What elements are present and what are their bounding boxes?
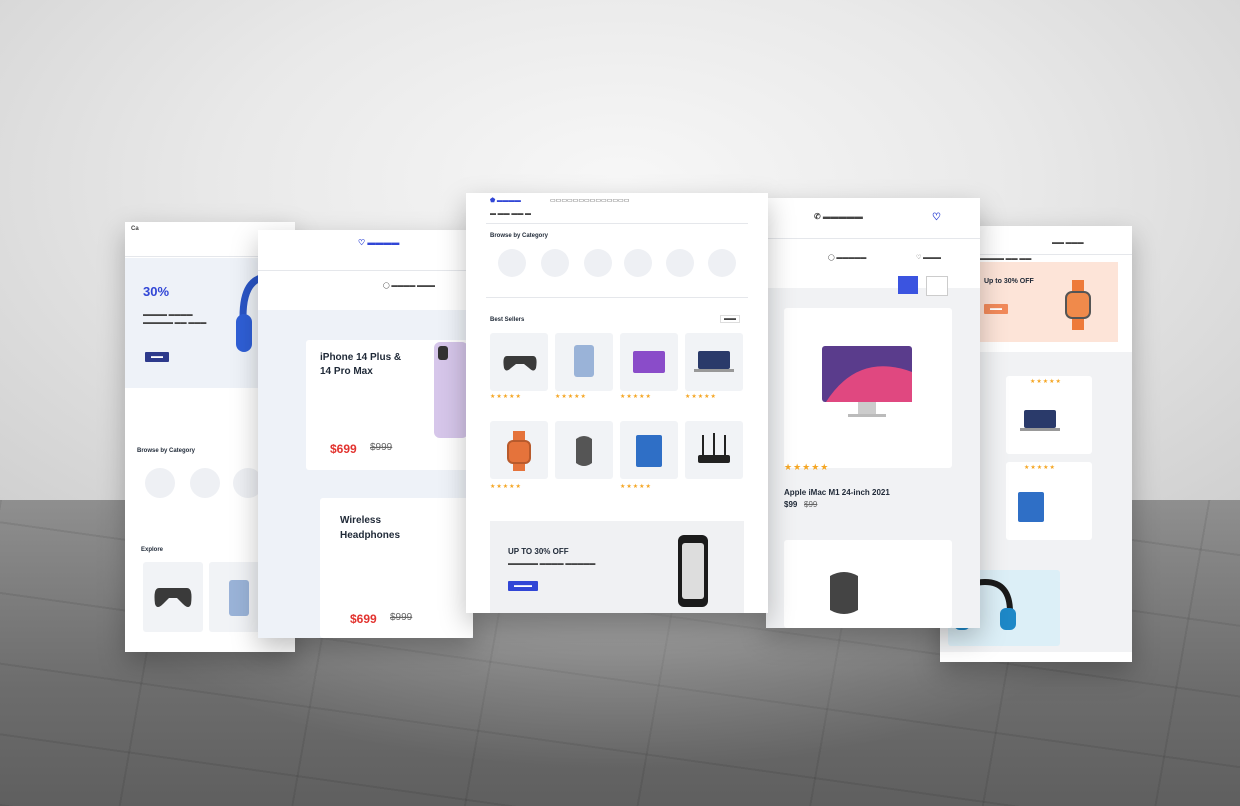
promo-title: UP TO 30% OFF bbox=[508, 547, 569, 556]
mockup-page-product-detail: ✆ ▬▬▬▬▬ ♡ ◯ ▬▬▬▬▬ ♡ ▬▬▬ ★★★★★ Apple iMac… bbox=[766, 198, 980, 628]
laptop-icon bbox=[694, 351, 734, 372]
logo: ♡ ▬▬▬▬ bbox=[358, 238, 400, 247]
divider bbox=[486, 297, 748, 298]
shop-button[interactable]: ▬▬ bbox=[984, 304, 1008, 314]
phone-icon bbox=[574, 345, 594, 377]
rating-stars: ★★★★★ bbox=[490, 484, 522, 490]
category-title: Browse by Category bbox=[490, 233, 549, 239]
router-icon bbox=[698, 433, 730, 463]
grid-view-button[interactable] bbox=[898, 276, 918, 294]
nav-link[interactable]: ◯ ▬▬▬▬ ▬▬▬ bbox=[383, 282, 435, 289]
category-title: Browse by Category bbox=[137, 448, 196, 454]
cart-icon[interactable]: ♡ bbox=[932, 212, 941, 223]
shop-now-button[interactable]: ▬▬▬ bbox=[508, 581, 538, 591]
category-item[interactable] bbox=[190, 468, 220, 498]
list-view-button[interactable] bbox=[926, 276, 948, 296]
price-old: $999 bbox=[370, 442, 393, 453]
tablet-icon bbox=[633, 351, 665, 373]
phone-icon bbox=[678, 535, 708, 607]
logo: Ca bbox=[131, 226, 139, 232]
rating-stars: ★★★★★ bbox=[620, 394, 652, 400]
category-item[interactable] bbox=[145, 468, 175, 498]
category-item[interactable] bbox=[666, 249, 694, 277]
category-item[interactable] bbox=[584, 249, 612, 277]
section-title: Explore bbox=[141, 547, 164, 553]
category-item[interactable] bbox=[541, 249, 569, 277]
nav-menu[interactable]: ▬ ▬▬ ▬▬ ▬ bbox=[490, 211, 531, 217]
mouse-icon bbox=[576, 436, 592, 466]
divider bbox=[486, 223, 748, 224]
wishlist-link[interactable]: ♡ ▬▬▬ bbox=[916, 254, 941, 261]
card-title: Wireless bbox=[340, 515, 382, 526]
rating-stars: ★★★★★ bbox=[620, 484, 652, 490]
shop-button[interactable]: ▬▬ bbox=[145, 352, 169, 362]
product-title: Apple iMac M1 24-inch 2021 bbox=[784, 488, 890, 497]
watch-icon bbox=[507, 431, 531, 471]
logo: ⬟ ▬▬▬▬ bbox=[490, 198, 521, 204]
phone-icon bbox=[229, 580, 249, 616]
category-item[interactable] bbox=[498, 249, 526, 277]
mouse-icon bbox=[830, 572, 858, 614]
card-title-2: Headphones bbox=[340, 530, 401, 541]
tablet-icon bbox=[636, 435, 662, 467]
laptop-icon bbox=[1020, 410, 1060, 431]
price-new: $699 bbox=[330, 442, 357, 456]
hero-text: ▬▬▬▬ ▬▬▬▬ bbox=[143, 312, 193, 318]
rating-stars: ★★★★★ bbox=[490, 394, 522, 400]
tablet-icon bbox=[1018, 492, 1044, 522]
price-new: $99 bbox=[784, 500, 798, 509]
divider bbox=[766, 238, 980, 239]
mockup-page-product-list: ♡ ▬▬▬▬ ◯ ▬▬▬▬ ▬▬▬ iPhone 14 Plus & 14 Pr… bbox=[258, 230, 473, 638]
promo-title: Up to 30% OFF bbox=[984, 278, 1034, 285]
hero-discount: 30% bbox=[143, 284, 170, 299]
gamepad-icon bbox=[154, 588, 192, 607]
price-new: $699 bbox=[350, 612, 377, 626]
hero-text-2: ▬▬▬▬▬ ▬▬ ▬▬▬ bbox=[143, 320, 207, 326]
promo-text: ▬▬▬▬▬ ▬▬▬▬ ▬▬▬▬▬ bbox=[508, 561, 596, 567]
section-title: Best Sellers bbox=[490, 317, 525, 323]
rating-stars: ★★★★★ bbox=[784, 462, 830, 472]
rating-stars: ★★★★★ bbox=[1030, 379, 1062, 385]
category-item[interactable] bbox=[708, 249, 736, 277]
rating-stars: ★★★★★ bbox=[685, 394, 717, 400]
watch-icon bbox=[1065, 280, 1091, 330]
hero-title-2: 14 Pro Max bbox=[320, 366, 373, 377]
divider bbox=[258, 270, 473, 271]
price-old: $999 bbox=[390, 612, 413, 623]
mockup-page-shop: ⬟ ▬▬▬▬ ▭▭▭▭▭▭▭▭▭▭▭▭▭▭ ▬ ▬▬ ▬▬ ▬ Browse b… bbox=[466, 193, 768, 613]
view-all-button[interactable]: ▬▬ bbox=[720, 315, 740, 323]
price-old: $99 bbox=[804, 500, 818, 509]
search-bar[interactable]: ▭▭▭▭▭▭▭▭▭▭▭▭▭▭ bbox=[550, 197, 629, 204]
hero-title: iPhone 14 Plus & bbox=[320, 352, 402, 363]
header-links[interactable]: ▬▬ ▬▬▬ bbox=[1052, 240, 1084, 246]
header-phone: ✆ ▬▬▬▬▬ bbox=[814, 212, 863, 221]
rating-stars: ★★★★★ bbox=[555, 394, 587, 400]
gamepad-icon bbox=[503, 356, 537, 371]
account-link[interactable]: ◯ ▬▬▬▬▬ bbox=[828, 254, 866, 261]
monitor-icon bbox=[822, 346, 912, 417]
product-card[interactable] bbox=[784, 540, 952, 628]
rating-stars: ★★★★★ bbox=[1024, 465, 1056, 471]
category-item[interactable] bbox=[624, 249, 652, 277]
phone-icon bbox=[434, 342, 468, 438]
